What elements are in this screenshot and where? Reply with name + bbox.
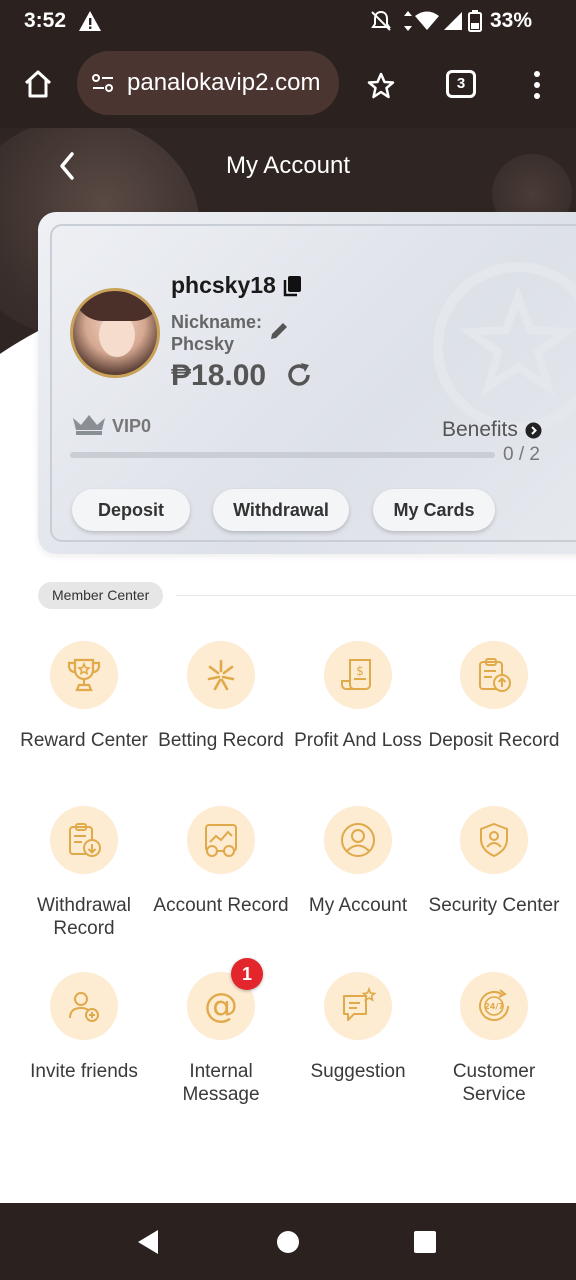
bookmark-star-icon[interactable] bbox=[366, 71, 396, 101]
menu-item-label: Profit And Loss bbox=[294, 730, 422, 751]
betting-record-icon bbox=[187, 641, 255, 709]
battery-percent: 33% bbox=[489, 9, 532, 32]
refresh-icon[interactable] bbox=[284, 360, 314, 390]
menu-item-customer-service[interactable]: 24/7 Customer Service bbox=[424, 972, 564, 1106]
menu-item-reward-center[interactable]: Reward Center bbox=[14, 641, 154, 752]
withdrawal-button[interactable]: Withdrawal bbox=[213, 489, 349, 531]
menu-item-label: Reward Center bbox=[20, 730, 148, 751]
account-record-icon bbox=[187, 806, 255, 874]
menu-item-betting-record[interactable]: Betting Record bbox=[151, 641, 291, 752]
menu-item-invite-friends[interactable]: Invite friends bbox=[14, 972, 154, 1083]
page-title: My Account bbox=[225, 152, 351, 179]
customer-service-24-7-icon: 24/7 bbox=[460, 972, 528, 1040]
menu-item-my-account[interactable]: My Account bbox=[288, 806, 428, 917]
status-bar: 3:52 33% bbox=[0, 0, 576, 44]
balance-amount: ₱18.00 bbox=[171, 359, 267, 392]
warning-icon bbox=[79, 11, 101, 31]
user-icon bbox=[324, 806, 392, 874]
at-sign-icon: @ 1 bbox=[187, 958, 263, 1040]
menu-item-label: Security Center bbox=[428, 895, 560, 916]
menu-item-label: Withdrawal Record bbox=[37, 895, 131, 939]
menu-item-security-center[interactable]: Security Center bbox=[424, 806, 564, 917]
nickname-value: Phcsky bbox=[171, 334, 235, 354]
my-cards-button[interactable]: My Cards bbox=[373, 489, 495, 531]
menu-item-label: Suggestion bbox=[310, 1061, 406, 1082]
benefits-link[interactable]: Benefits bbox=[442, 418, 518, 442]
site-settings-icon[interactable] bbox=[91, 73, 115, 93]
chevron-right-circle-icon[interactable] bbox=[525, 422, 542, 439]
menu-item-profit-and-loss[interactable]: $ Profit And Loss bbox=[288, 641, 428, 752]
notifications-off-icon bbox=[371, 10, 391, 31]
shield-icon bbox=[460, 806, 528, 874]
browser-toolbar: panalokavip2.com 3 bbox=[0, 44, 576, 128]
tab-switcher-button[interactable]: 3 bbox=[446, 70, 476, 98]
home-circle-icon[interactable] bbox=[275, 1229, 301, 1255]
status-time: 3:52 bbox=[24, 9, 67, 32]
menu-item-label: Internal Message bbox=[182, 1061, 260, 1105]
nickname-label: Nickname: bbox=[171, 312, 263, 332]
invite-friends-icon bbox=[50, 972, 118, 1040]
edit-pencil-icon[interactable] bbox=[268, 320, 290, 342]
withdrawal-record-icon bbox=[50, 806, 118, 874]
account-card: phcsky18 Nickname: Phcsky ₱18.00 VIP0 Be… bbox=[38, 212, 576, 554]
profit-loss-icon: $ bbox=[324, 641, 392, 709]
signal-icon bbox=[444, 12, 462, 30]
menu-item-label: Invite friends bbox=[30, 1061, 138, 1082]
svg-text:$: $ bbox=[356, 664, 364, 678]
vip-level: VIP0 bbox=[112, 416, 152, 436]
menu-item-label: My Account bbox=[308, 895, 408, 916]
unread-badge: 1 bbox=[231, 958, 263, 990]
member-center-heading: Member Center bbox=[38, 582, 164, 609]
section-divider bbox=[176, 595, 576, 596]
svg-text:@: @ bbox=[204, 986, 238, 1026]
suggestion-icon bbox=[324, 972, 392, 1040]
vip-progress-bar bbox=[70, 452, 495, 458]
menu-item-label: Betting Record bbox=[158, 730, 284, 751]
card-watermark-icon bbox=[433, 262, 576, 432]
copy-icon[interactable] bbox=[282, 275, 302, 297]
username: phcsky18 bbox=[171, 272, 276, 298]
more-options-icon[interactable] bbox=[532, 70, 542, 100]
menu-item-internal-message[interactable]: @ 1 Internal Message bbox=[151, 958, 291, 1106]
address-bar[interactable]: panalokavip2.com bbox=[77, 51, 339, 115]
system-navigation-bar bbox=[0, 1203, 576, 1280]
back-triangle-icon[interactable] bbox=[134, 1227, 162, 1257]
trophy-icon bbox=[50, 641, 118, 709]
home-icon[interactable] bbox=[22, 68, 54, 100]
menu-item-account-record[interactable]: Account Record bbox=[151, 806, 291, 917]
avatar[interactable] bbox=[70, 288, 160, 378]
menu-item-label: Customer Service bbox=[452, 1061, 536, 1105]
recents-square-icon[interactable] bbox=[412, 1229, 438, 1255]
menu-item-suggestion[interactable]: Suggestion bbox=[288, 972, 428, 1083]
wifi-icon bbox=[415, 11, 439, 30]
deposit-record-icon bbox=[460, 641, 528, 709]
data-transfer-icon bbox=[404, 11, 412, 31]
svg-text:24/7: 24/7 bbox=[484, 1002, 504, 1011]
crown-icon bbox=[73, 415, 105, 435]
battery-icon bbox=[468, 10, 482, 32]
menu-item-withdrawal-record[interactable]: Withdrawal Record bbox=[14, 806, 154, 940]
deposit-button[interactable]: Deposit bbox=[72, 489, 190, 531]
menu-item-label: Account Record bbox=[153, 895, 289, 916]
menu-item-deposit-record[interactable]: Deposit Record bbox=[424, 641, 564, 752]
vip-progress-text: 0 / 2 bbox=[503, 444, 540, 465]
url-text: panalokavip2.com bbox=[127, 69, 321, 96]
menu-item-label: Deposit Record bbox=[428, 730, 560, 751]
